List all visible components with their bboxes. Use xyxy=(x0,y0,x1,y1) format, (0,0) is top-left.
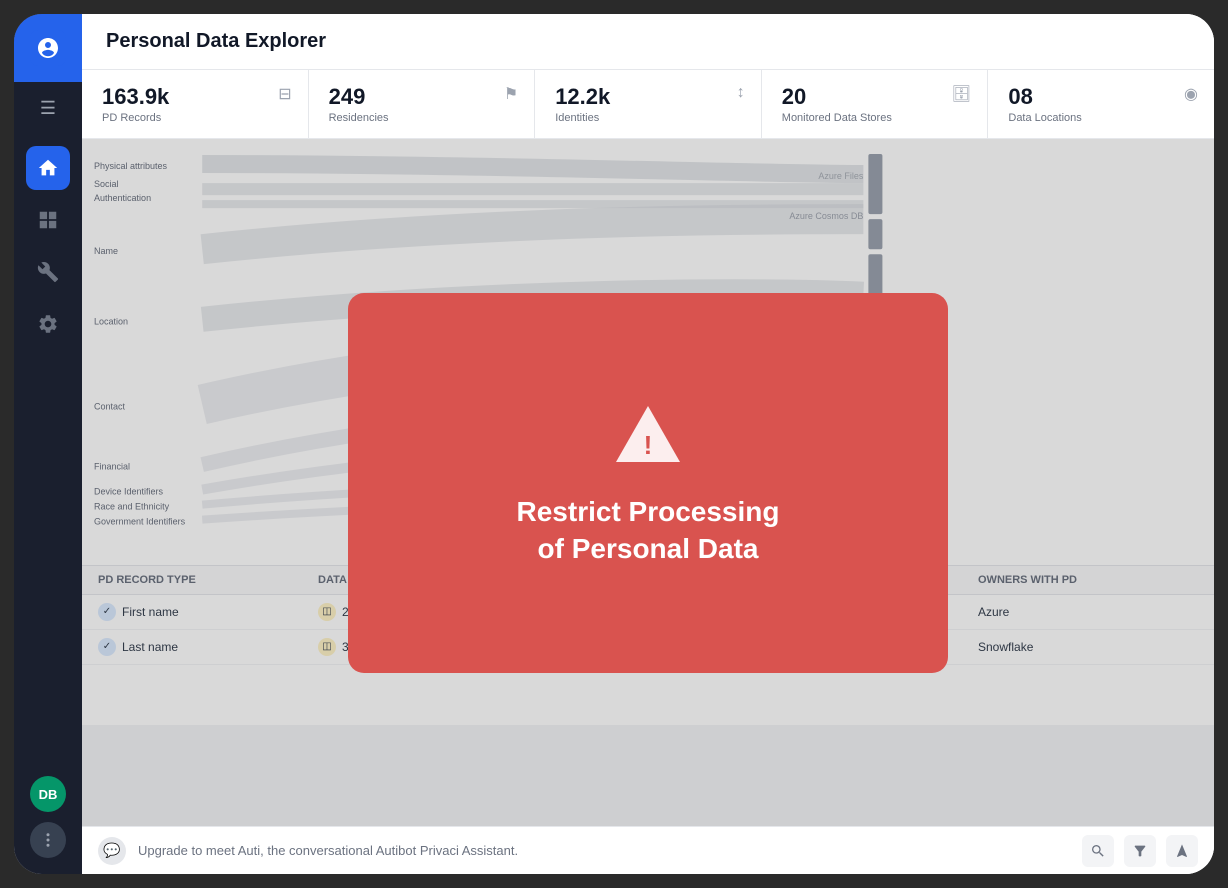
logo-icon xyxy=(30,30,66,66)
stat-identities: 12.2k Identities ↕ xyxy=(535,70,762,138)
stat-data-locations: 08 Data Locations ◉ xyxy=(988,70,1214,138)
dots-icon xyxy=(39,831,57,849)
user-avatar[interactable]: DB xyxy=(30,776,66,812)
upgrade-message: Upgrade to meet Auti, the conversational… xyxy=(138,843,1070,858)
sidebar-item-tools[interactable] xyxy=(26,250,70,294)
gear-icon xyxy=(37,313,59,335)
search-button[interactable] xyxy=(1082,835,1114,867)
bottom-bar: 💬 Upgrade to meet Auti, the conversation… xyxy=(82,826,1214,874)
stat-pd-records-value: 163.9k xyxy=(102,84,288,110)
chat-icon: 💬 xyxy=(98,837,126,865)
sidebar-nav xyxy=(26,146,70,776)
stat-monitored-label: Monitored Data Stores xyxy=(782,112,968,124)
navigate-button[interactable] xyxy=(1166,835,1198,867)
sidebar-logo[interactable] xyxy=(14,14,82,82)
menu-toggle-button[interactable]: ☰ xyxy=(14,86,82,130)
person-icon: ↕ xyxy=(737,84,745,102)
device-frame: ☰ xyxy=(14,14,1214,874)
warning-triangle-icon: ! xyxy=(612,398,684,470)
dashboard-icon xyxy=(37,209,59,231)
stat-pd-records-label: PD Records xyxy=(102,112,288,124)
flag-icon: ⚑ xyxy=(504,84,518,104)
stat-pd-records: 163.9k PD Records ⊟ xyxy=(82,70,309,138)
stat-locations-value: 08 xyxy=(1008,84,1194,110)
stat-monitored-stores: 20 Monitored Data Stores 🗄 xyxy=(762,70,989,138)
app-container: ☰ xyxy=(14,14,1214,874)
database-icon: 🗄 xyxy=(951,84,971,104)
sidebar: ☰ xyxy=(14,14,82,874)
restrict-processing-modal: ! Restrict Processing of Personal Data xyxy=(348,293,948,673)
stat-residencies-value: 249 xyxy=(329,84,515,110)
location-icon: ◉ xyxy=(1184,84,1198,104)
main-content: Personal Data Explorer 163.9k PD Records… xyxy=(82,14,1214,874)
content-area: Physical attributes Social Authenticatio… xyxy=(82,139,1214,826)
stat-locations-label: Data Locations xyxy=(1008,112,1194,124)
hamburger-icon: ☰ xyxy=(40,98,56,119)
page-title: Personal Data Explorer xyxy=(106,30,1190,53)
stat-residencies: 249 Residencies ⚑ xyxy=(309,70,536,138)
modal-warning-icon: ! xyxy=(612,398,684,470)
svg-text:!: ! xyxy=(644,430,653,460)
bottom-actions xyxy=(1082,835,1198,867)
page-header: Personal Data Explorer xyxy=(82,14,1214,70)
search-icon xyxy=(1090,843,1106,859)
sidebar-bottom: DB xyxy=(30,776,66,874)
stat-monitored-value: 20 xyxy=(782,84,968,110)
filter-icon xyxy=(1132,843,1148,859)
stat-residencies-label: Residencies xyxy=(329,112,515,124)
modal-overlay: ! Restrict Processing of Personal Data xyxy=(82,139,1214,826)
modal-title: Restrict Processing of Personal Data xyxy=(517,494,780,567)
stat-identities-value: 12.2k xyxy=(555,84,741,110)
filter-icon: ⊟ xyxy=(278,84,291,104)
more-options-button[interactable] xyxy=(30,822,66,858)
arrow-icon xyxy=(1174,843,1190,859)
stats-bar: 163.9k PD Records ⊟ 249 Residencies ⚑ 12… xyxy=(82,70,1214,139)
filter-button[interactable] xyxy=(1124,835,1156,867)
sidebar-item-dashboard[interactable] xyxy=(26,198,70,242)
sidebar-item-home[interactable] xyxy=(26,146,70,190)
wrench-icon xyxy=(37,261,59,283)
stat-identities-label: Identities xyxy=(555,112,741,124)
sidebar-item-settings[interactable] xyxy=(26,302,70,346)
home-icon xyxy=(37,157,59,179)
